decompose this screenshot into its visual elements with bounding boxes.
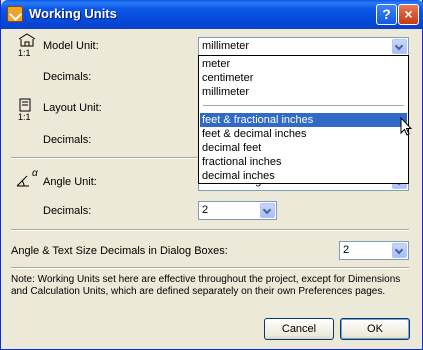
title-bar[interactable]: Working Units ? ×: [1, 0, 423, 29]
model-unit-select[interactable]: millimeter: [198, 37, 409, 56]
dropdown-option-feet-fractional-inches[interactable]: feet & fractional inches: [200, 113, 407, 127]
model-unit-value: millimeter: [202, 40, 250, 52]
cancel-button[interactable]: Cancel: [264, 318, 334, 340]
angle-decimals-label: Decimals:: [43, 205, 92, 217]
mouse-pointer-icon: [400, 116, 413, 139]
layout-decimals-label: Decimals:: [43, 134, 92, 146]
dialog-decimals-value: 2: [343, 244, 350, 256]
dropdown-option-millimeter[interactable]: millimeter: [200, 85, 407, 99]
model-unit-dropdown-list[interactable]: meter centimeter millimeter feet & fract…: [198, 55, 409, 184]
ok-button[interactable]: OK: [340, 318, 410, 340]
dropdown-option-decimal-inches[interactable]: decimal inches: [200, 169, 407, 183]
dropdown-option-centimeter[interactable]: centimeter: [200, 71, 407, 85]
close-button[interactable]: ×: [398, 4, 419, 25]
dropdown-separator: [203, 105, 404, 106]
layout-scale-label: 1:1: [18, 112, 31, 122]
angle-unit-label: Angle Unit:: [43, 176, 97, 188]
angle-decimals-value: 2: [202, 204, 209, 216]
chevron-down-icon[interactable]: [392, 243, 407, 258]
model-decimals-label: Decimals:: [43, 71, 92, 83]
angle-symbol: α: [32, 168, 38, 179]
dialog-decimals-label: Angle & Text Size Decimals in Dialog Box…: [11, 245, 228, 257]
model-unit-icon: [17, 33, 37, 47]
chevron-down-icon[interactable]: [260, 203, 275, 218]
separator: [11, 267, 409, 269]
model-unit-label: Model Unit:: [43, 40, 99, 52]
app-icon: [7, 6, 23, 22]
help-button[interactable]: ?: [376, 4, 397, 25]
layout-unit-icon: [18, 98, 32, 112]
angle-decimals-select[interactable]: 2: [198, 201, 277, 220]
window-title: Working Units: [29, 6, 117, 21]
separator: [11, 229, 409, 231]
note-text: Note: Working Units set here are effecti…: [11, 274, 401, 297]
chevron-down-icon[interactable]: [392, 39, 407, 54]
working-units-dialog: Working Units ? × 1:1 Model Unit: millim…: [0, 0, 423, 350]
layout-unit-label: Layout Unit:: [43, 102, 102, 114]
dropdown-option-meter[interactable]: meter: [200, 57, 407, 71]
dialog-decimals-select[interactable]: 2: [339, 241, 409, 260]
model-scale-label: 1:1: [18, 48, 31, 58]
dropdown-option-feet-decimal-inches[interactable]: feet & decimal inches: [200, 127, 407, 141]
dropdown-option-fractional-inches[interactable]: fractional inches: [200, 155, 407, 169]
dropdown-option-decimal-feet[interactable]: decimal feet: [200, 141, 407, 155]
